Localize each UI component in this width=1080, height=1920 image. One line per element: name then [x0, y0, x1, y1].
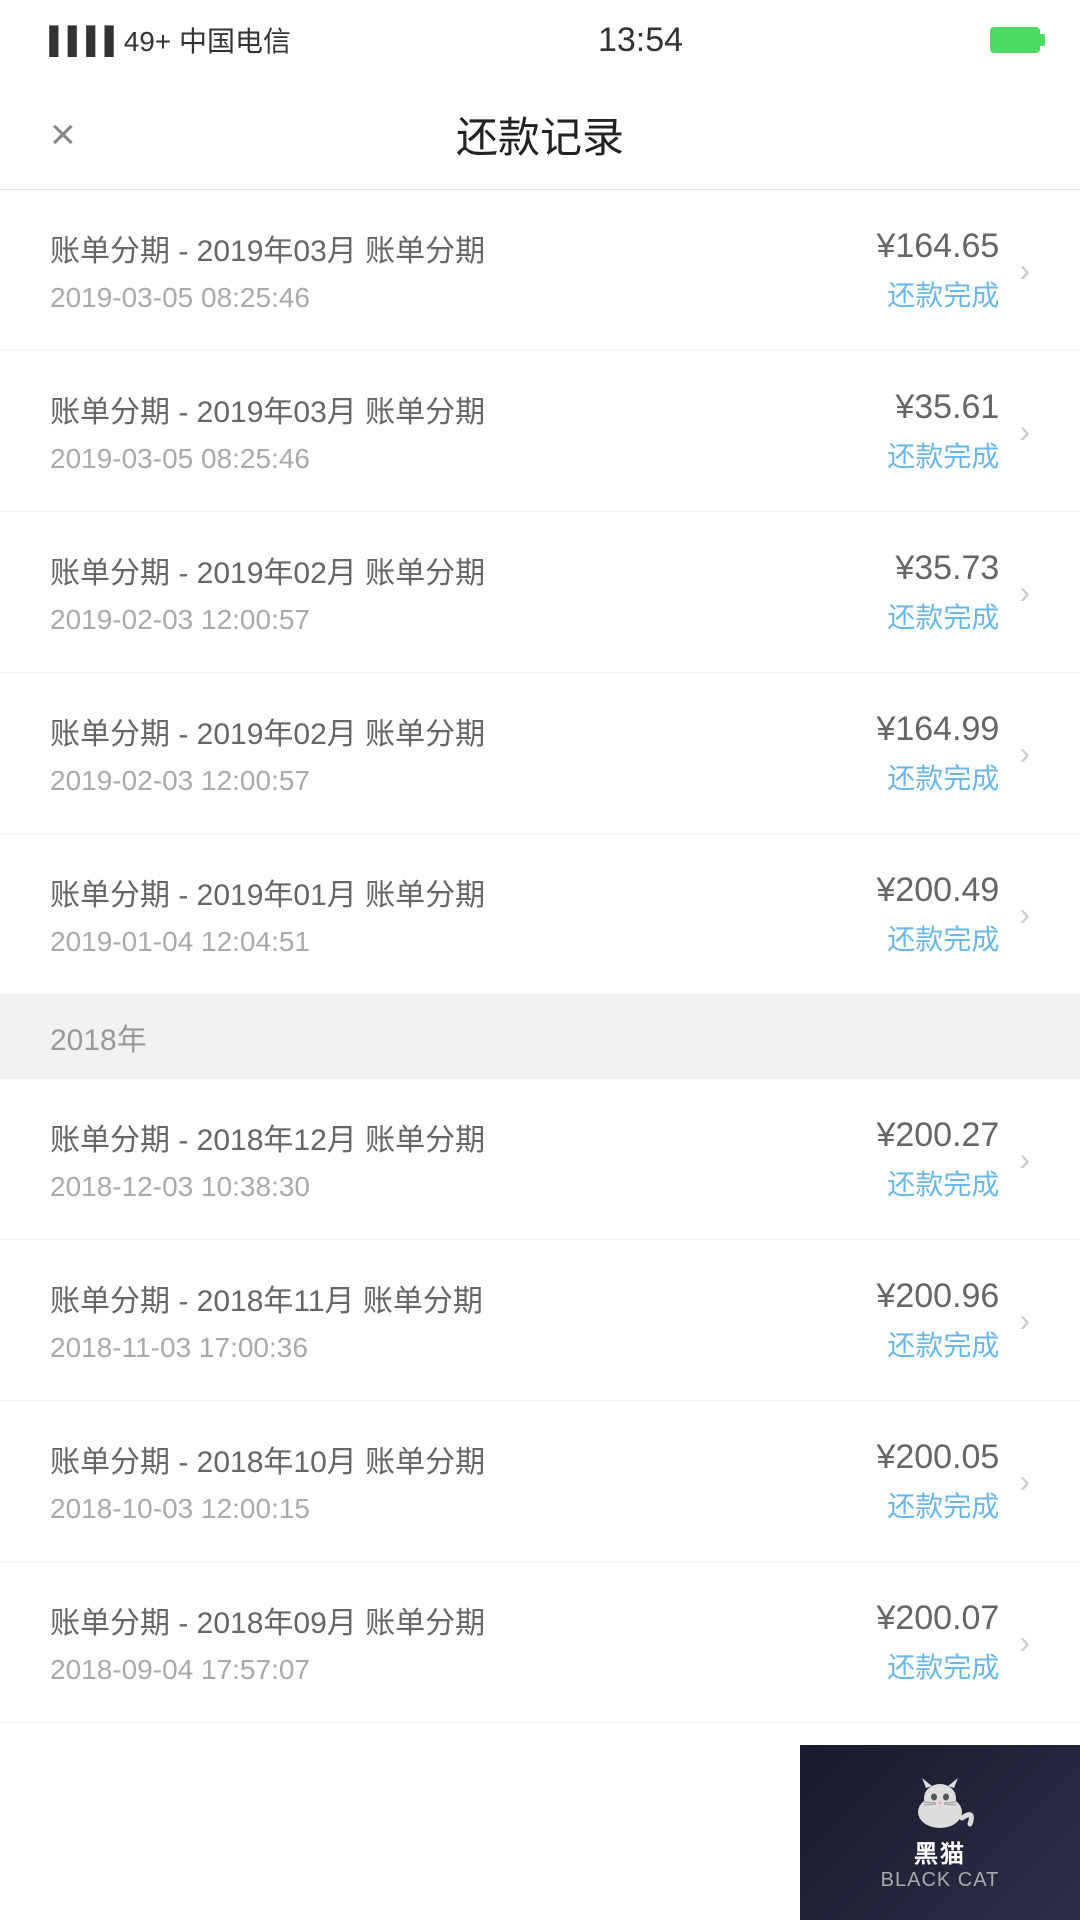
record-title: 账单分期 - 2019年03月 账单分期	[50, 387, 887, 431]
time-display: 13:54	[598, 21, 683, 60]
record-amount: ¥200.05	[876, 1438, 999, 1477]
chevron-right-icon: ›	[1019, 252, 1030, 289]
record-date: 2018-12-03 10:38:30	[50, 1171, 876, 1203]
record-amount: ¥200.07	[876, 1599, 999, 1638]
record-item[interactable]: 账单分期 - 2019年03月 账单分期 2019-03-05 08:25:46…	[0, 351, 1080, 512]
record-title: 账单分期 - 2018年12月 账单分期	[50, 1115, 876, 1159]
record-date: 2019-02-03 12:00:57	[50, 765, 876, 797]
record-title: 账单分期 - 2019年01月 账单分期	[50, 870, 876, 914]
record-item[interactable]: 账单分期 - 2019年02月 账单分期 2019-02-03 12:00:57…	[0, 512, 1080, 673]
blackcat-logo-icon	[900, 1774, 980, 1834]
status-bar: ▐▐▐▐ 49+ 中国电信 13:54	[0, 0, 1080, 80]
chevron-right-icon: ›	[1019, 896, 1030, 933]
record-amount: ¥164.99	[876, 710, 999, 749]
record-status: 还款完成	[876, 1485, 999, 1525]
record-title: 账单分期 - 2019年02月 账单分期	[50, 709, 876, 753]
page-header: × 还款记录	[0, 80, 1080, 190]
record-title: 账单分期 - 2018年09月 账单分期	[50, 1598, 876, 1642]
record-status: 还款完成	[876, 274, 999, 314]
record-date: 2019-01-04 12:04:51	[50, 926, 876, 958]
chevron-right-icon: ›	[1019, 735, 1030, 772]
record-title: 账单分期 - 2018年10月 账单分期	[50, 1437, 876, 1481]
record-amount: ¥164.65	[876, 227, 999, 266]
record-item[interactable]: 账单分期 - 2018年09月 账单分期 2018-09-04 17:57:07…	[0, 1562, 1080, 1723]
record-date: 2019-02-03 12:00:57	[50, 604, 887, 636]
record-date: 2018-10-03 12:00:15	[50, 1493, 876, 1525]
chevron-right-icon: ›	[1019, 1463, 1030, 1500]
record-date: 2018-09-04 17:57:07	[50, 1654, 876, 1686]
record-status: 还款完成	[887, 435, 999, 475]
chevron-right-icon: ›	[1019, 574, 1030, 611]
battery-icon	[990, 27, 1040, 53]
record-item[interactable]: 账单分期 - 2018年12月 账单分期 2018-12-03 10:38:30…	[0, 1079, 1080, 1240]
blackcat-brand-name: 黑猫	[914, 1834, 966, 1869]
chevron-right-icon: ›	[1019, 1624, 1030, 1661]
record-title: 账单分期 - 2019年03月 账单分期	[50, 226, 876, 270]
chevron-right-icon: ›	[1019, 413, 1030, 450]
page-title: 还款记录	[456, 104, 624, 165]
record-title: 账单分期 - 2018年11月 账单分期	[50, 1276, 876, 1320]
chevron-right-icon: ›	[1019, 1302, 1030, 1339]
record-status: 还款完成	[876, 918, 999, 958]
records-list-2018: 账单分期 - 2018年12月 账单分期 2018-12-03 10:38:30…	[0, 1079, 1080, 1723]
record-item[interactable]: 账单分期 - 2019年01月 账单分期 2019-01-04 12:04:51…	[0, 834, 1080, 995]
records-list-2019: 账单分期 - 2019年03月 账单分期 2019-03-05 08:25:46…	[0, 190, 1080, 995]
record-date: 2019-03-05 08:25:46	[50, 443, 887, 475]
system-icons	[990, 27, 1040, 53]
blackcat-watermark: 黑猫 BLACK CAT	[800, 1745, 1080, 1920]
record-status: 还款完成	[876, 1163, 999, 1203]
record-status: 还款完成	[876, 1646, 999, 1686]
carrier-text: 49+ 中国电信	[124, 20, 291, 60]
year-label: 2018年	[50, 1024, 147, 1057]
record-amount: ¥200.96	[876, 1277, 999, 1316]
record-amount: ¥35.73	[887, 549, 999, 588]
record-amount: ¥200.49	[876, 871, 999, 910]
record-title: 账单分期 - 2019年02月 账单分期	[50, 548, 887, 592]
chevron-right-icon: ›	[1019, 1141, 1030, 1178]
record-amount: ¥200.27	[876, 1116, 999, 1155]
record-date: 2018-11-03 17:00:36	[50, 1332, 876, 1364]
record-item[interactable]: 账单分期 - 2018年11月 账单分期 2018-11-03 17:00:36…	[0, 1240, 1080, 1401]
record-status: 还款完成	[887, 596, 999, 636]
blackcat-brand-sub: BLACK CAT	[881, 1869, 1000, 1892]
year-section-2018: 2018年	[0, 995, 1080, 1079]
close-button[interactable]: ×	[50, 113, 76, 157]
record-item[interactable]: 账单分期 - 2019年03月 账单分期 2019-03-05 08:25:46…	[0, 190, 1080, 351]
carrier-info: ▐▐▐▐ 49+ 中国电信	[40, 20, 291, 60]
record-amount: ¥35.61	[887, 388, 999, 427]
record-date: 2019-03-05 08:25:46	[50, 282, 876, 314]
record-status: 还款完成	[876, 757, 999, 797]
record-item[interactable]: 账单分期 - 2018年10月 账单分期 2018-10-03 12:00:15…	[0, 1401, 1080, 1562]
record-item[interactable]: 账单分期 - 2019年02月 账单分期 2019-02-03 12:00:57…	[0, 673, 1080, 834]
record-status: 还款完成	[876, 1324, 999, 1364]
signal-icon: ▐▐▐▐	[40, 25, 114, 56]
